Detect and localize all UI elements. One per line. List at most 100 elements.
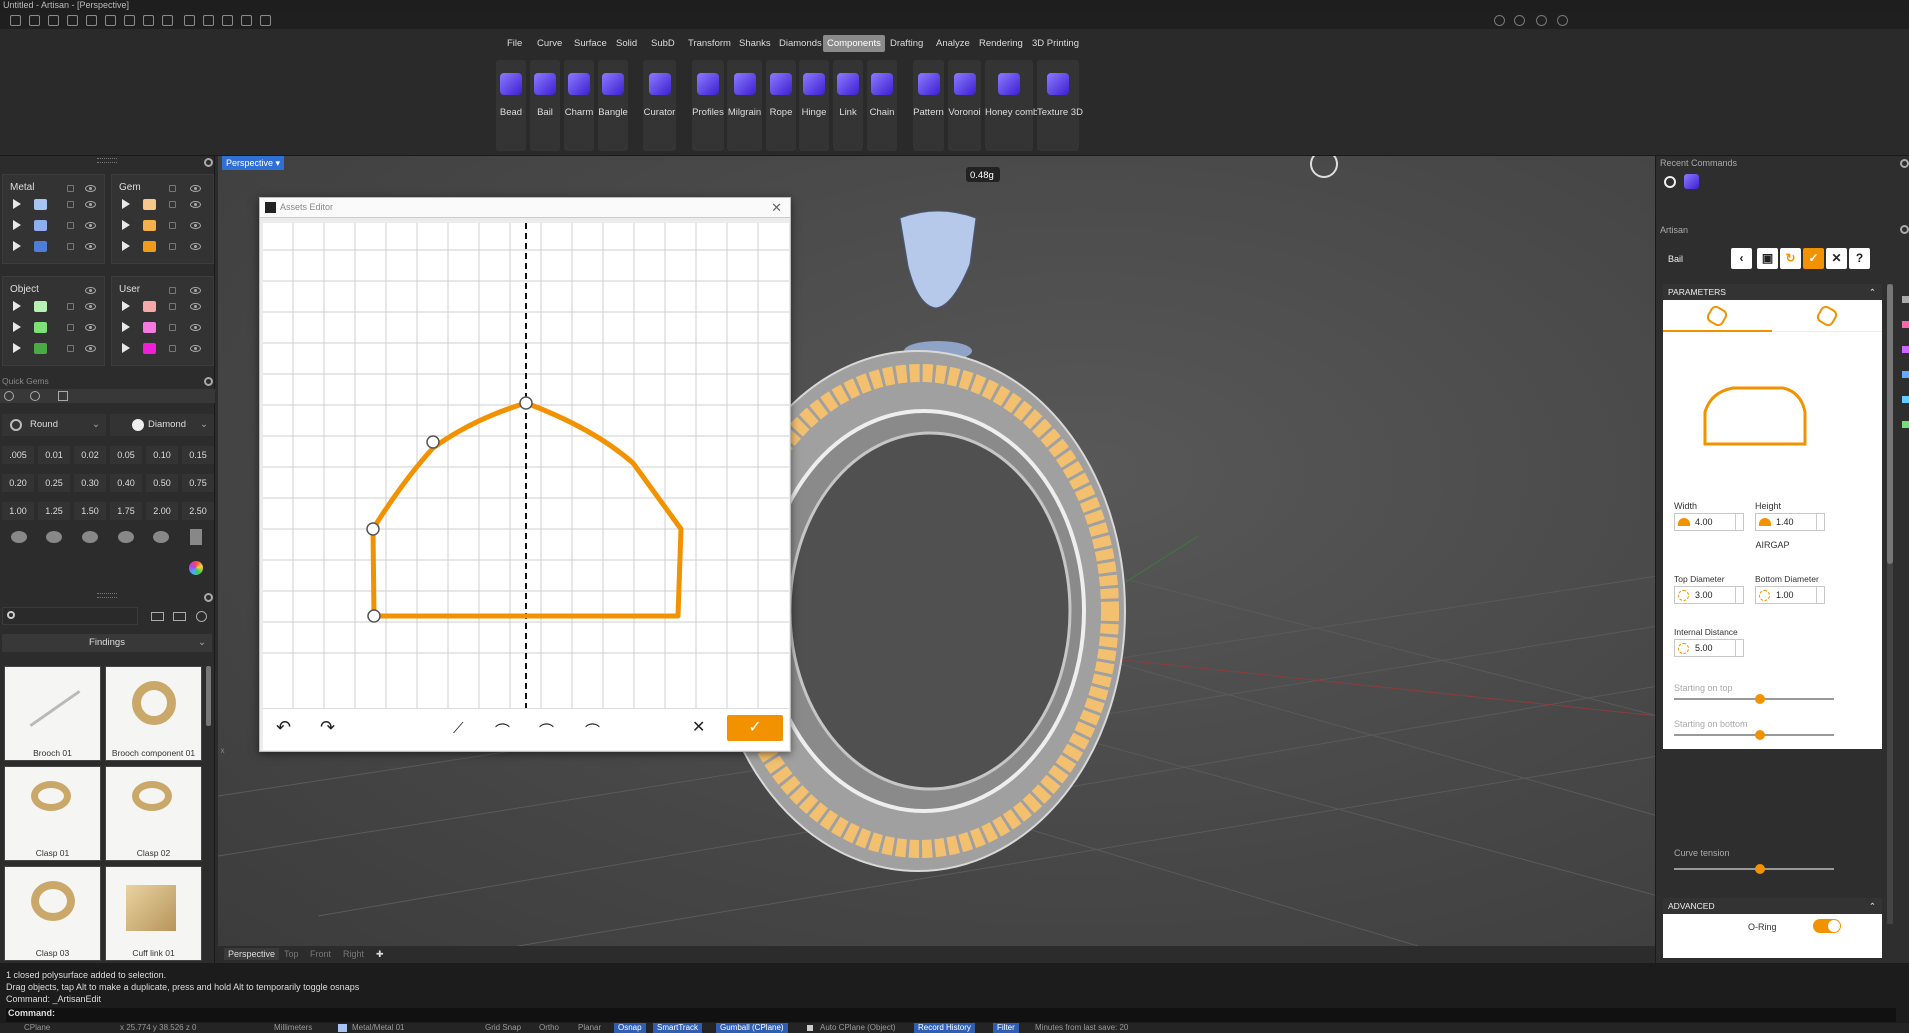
bail-button[interactable]: Bail [530, 60, 560, 151]
tab-front[interactable]: Front [306, 948, 335, 960]
close-icon[interactable]: ✕ [771, 200, 782, 216]
cplane-label[interactable]: CPlane [24, 1023, 50, 1033]
gem-cut-icon[interactable] [11, 531, 27, 543]
finding-clasp-01[interactable]: Clasp 01 [4, 766, 101, 861]
play-icon[interactable] [122, 343, 130, 353]
control-point[interactable] [519, 396, 533, 410]
play-icon[interactable] [13, 199, 21, 209]
tool-icon[interactable] [1902, 346, 1909, 353]
confirm-button[interactable]: ✓ [727, 715, 783, 741]
gem-size-button[interactable]: 1.25 [38, 502, 70, 520]
bead-button[interactable]: Bead [496, 60, 526, 151]
checkbox-icon[interactable] [807, 1025, 813, 1031]
layer-color-swatch[interactable] [143, 199, 156, 210]
tab-perspective[interactable]: Perspective [224, 948, 280, 960]
recent-command-icon[interactable] [1664, 176, 1676, 188]
layer-color-swatch[interactable] [34, 343, 47, 354]
viewport-title-tab[interactable]: Perspective ▾ [222, 156, 285, 170]
play-icon[interactable] [122, 199, 130, 209]
lock-icon[interactable] [169, 222, 176, 229]
play-icon[interactable] [13, 322, 21, 332]
gem-cut-icon[interactable] [190, 529, 202, 545]
play-icon[interactable] [122, 301, 130, 311]
lock-icon[interactable] [67, 185, 74, 192]
menu-solid[interactable]: Solid [612, 35, 641, 52]
layer-color-swatch[interactable] [143, 241, 156, 252]
tool-icon[interactable] [1902, 421, 1909, 428]
gem-size-button[interactable]: 0.30 [74, 474, 106, 492]
cancel-icon[interactable]: ✕ [692, 717, 705, 737]
charm-button[interactable]: Charm [564, 60, 594, 151]
height-stepper[interactable] [1816, 514, 1824, 530]
gumball-toggle[interactable]: Gumball (CPlane) [716, 1023, 788, 1033]
parameters-header[interactable]: PARAMETERS ⌃ [1663, 284, 1882, 300]
gem-size-button[interactable]: 0.20 [2, 474, 34, 492]
auto-cplane-toggle[interactable]: Auto CPlane (Object) [820, 1023, 896, 1033]
tab-right[interactable]: Right [339, 948, 368, 960]
finding-clasp-03[interactable]: Clasp 03 [4, 866, 101, 961]
profiles-button[interactable]: Profiles [692, 60, 724, 151]
redo-icon[interactable]: ↷ [320, 717, 335, 738]
eye-icon[interactable] [85, 243, 96, 250]
help-button[interactable]: ? [1849, 248, 1870, 269]
save-icon[interactable] [124, 15, 135, 26]
gem-size-button[interactable]: 0.05 [110, 446, 142, 464]
scrollbar-thumb[interactable] [1887, 284, 1893, 564]
account-icon[interactable] [1557, 15, 1568, 26]
gem-size-button[interactable]: 0.15 [182, 446, 214, 464]
honeycomb-button[interactable]: Honey comb [985, 60, 1038, 151]
profile-grid-canvas[interactable] [263, 223, 789, 708]
lock-icon[interactable] [169, 303, 176, 310]
width-stepper[interactable] [1735, 514, 1743, 530]
bail-style-tab-1[interactable] [1663, 300, 1772, 332]
play-icon[interactable] [13, 220, 21, 230]
starting-bottom-slider[interactable] [1674, 730, 1834, 740]
gem-target-icon[interactable] [30, 391, 40, 401]
lock-icon[interactable] [169, 201, 176, 208]
learn-icon[interactable] [1514, 15, 1525, 26]
tool-icon[interactable] [1902, 396, 1909, 403]
gear-icon[interactable] [1900, 159, 1909, 168]
play-icon[interactable] [13, 343, 21, 353]
help-icon[interactable] [1536, 15, 1547, 26]
save-copy-icon[interactable] [162, 15, 173, 26]
gem-size-button[interactable]: 2.50 [182, 502, 214, 520]
layer-color-swatch[interactable] [34, 322, 47, 333]
gear-icon[interactable] [204, 158, 213, 167]
finding-brooch-01[interactable]: Brooch 01 [4, 666, 101, 761]
gem-cut-icon[interactable] [46, 531, 62, 543]
arc-tool-icon[interactable]: ⌒ [539, 720, 554, 741]
milgrain-button[interactable]: Milgrain [727, 60, 762, 151]
control-point[interactable] [426, 435, 440, 449]
curator-button[interactable]: Curator [643, 60, 676, 151]
findings-dropdown[interactable]: Findings ⌄ [2, 634, 212, 652]
gear-icon[interactable] [204, 593, 213, 602]
lock-icon[interactable] [169, 287, 176, 294]
add-viewport-icon[interactable]: ✚ [372, 948, 388, 961]
finding-brooch-component-01[interactable]: Brooch component 01 [105, 666, 202, 761]
bail-recent-icon[interactable] [1684, 174, 1699, 189]
redo-icon[interactable] [105, 15, 116, 26]
menu-curve[interactable]: Curve [533, 35, 566, 52]
settings-icon[interactable] [260, 15, 271, 26]
play-icon[interactable] [122, 220, 130, 230]
tool-icon[interactable] [1902, 296, 1909, 303]
gem-size-button[interactable]: 0.01 [38, 446, 70, 464]
menu-rendering[interactable]: Rendering [975, 35, 1027, 52]
bail-model[interactable] [899, 210, 977, 309]
finding-cuff-link-01[interactable]: Cuff link 01 [105, 866, 202, 961]
layer-color-swatch[interactable] [34, 241, 47, 252]
layer-color-swatch[interactable] [34, 301, 47, 312]
color-wheel-icon[interactable] [189, 561, 203, 575]
layer-color-swatch[interactable] [143, 301, 156, 312]
gem-size-button[interactable]: 0.75 [182, 474, 214, 492]
planar-toggle[interactable]: Planar [578, 1023, 601, 1033]
gem-cut-icon[interactable] [82, 531, 98, 543]
eye-icon[interactable] [85, 185, 96, 192]
undo-icon[interactable] [86, 15, 97, 26]
eye-icon[interactable] [190, 243, 201, 250]
menu-3d-printing[interactable]: 3D Printing [1028, 35, 1083, 52]
menu-shanks[interactable]: Shanks [735, 35, 775, 52]
eye-icon[interactable] [190, 303, 201, 310]
gem-size-button[interactable]: .005 [2, 446, 34, 464]
